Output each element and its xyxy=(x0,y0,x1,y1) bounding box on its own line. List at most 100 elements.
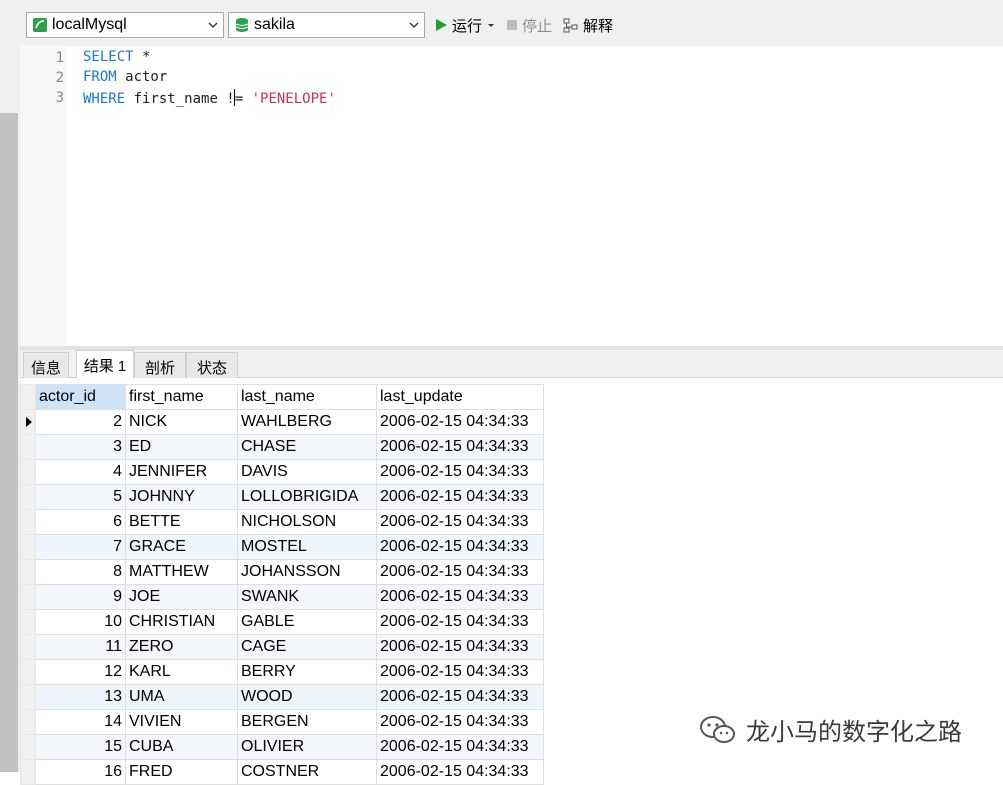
cell-actor-id[interactable]: 3 xyxy=(35,434,126,460)
cell-last-name[interactable]: GABLE xyxy=(237,609,377,635)
table-row[interactable]: 11 ZERO CAGE 2006-02-15 04:34:33 xyxy=(20,634,544,660)
cell-last-update[interactable]: 2006-02-15 04:34:33 xyxy=(376,759,544,785)
stop-button[interactable]: 停止 xyxy=(506,14,552,36)
cell-actor-id[interactable]: 2 xyxy=(35,409,126,435)
cell-last-name[interactable]: CAGE xyxy=(237,634,377,660)
cell-last-name[interactable]: COSTNER xyxy=(237,759,377,785)
cell-first-name[interactable]: ZERO xyxy=(125,634,238,660)
row-indicator[interactable] xyxy=(20,434,36,460)
cell-last-name[interactable]: WAHLBERG xyxy=(237,409,377,435)
table-row[interactable]: 3 ED CHASE 2006-02-15 04:34:33 xyxy=(20,434,544,460)
cell-last-name[interactable]: BERGEN xyxy=(237,709,377,735)
cell-last-name[interactable]: SWANK xyxy=(237,584,377,610)
left-scrollbar[interactable] xyxy=(0,113,18,772)
row-indicator[interactable] xyxy=(20,759,36,785)
cell-first-name[interactable]: VIVIEN xyxy=(125,709,238,735)
tab-result-1[interactable]: 结果 1 xyxy=(76,350,134,378)
cell-first-name[interactable]: JOHNNY xyxy=(125,484,238,510)
row-indicator[interactable] xyxy=(20,684,36,710)
cell-last-update[interactable]: 2006-02-15 04:34:33 xyxy=(376,559,544,585)
cell-last-update[interactable]: 2006-02-15 04:34:33 xyxy=(376,734,544,760)
database-select[interactable]: sakila xyxy=(228,12,425,38)
cell-last-update[interactable]: 2006-02-15 04:34:33 xyxy=(376,709,544,735)
cell-first-name[interactable]: JOE xyxy=(125,584,238,610)
cell-last-update[interactable]: 2006-02-15 04:34:33 xyxy=(376,534,544,560)
table-row[interactable]: 9 JOE SWANK 2006-02-15 04:34:33 xyxy=(20,584,544,610)
row-indicator[interactable] xyxy=(20,634,36,660)
cell-actor-id[interactable]: 6 xyxy=(35,509,126,535)
cell-actor-id[interactable]: 15 xyxy=(35,734,126,760)
cell-last-name[interactable]: WOOD xyxy=(237,684,377,710)
row-indicator[interactable] xyxy=(20,609,36,635)
cell-last-name[interactable]: CHASE xyxy=(237,434,377,460)
cell-actor-id[interactable]: 10 xyxy=(35,609,126,635)
cell-last-update[interactable]: 2006-02-15 04:34:33 xyxy=(376,484,544,510)
row-indicator[interactable] xyxy=(20,709,36,735)
tab-profile[interactable]: 剖析 xyxy=(134,352,186,378)
table-row[interactable]: 15 CUBA OLIVIER 2006-02-15 04:34:33 xyxy=(20,734,544,760)
cell-last-update[interactable]: 2006-02-15 04:34:33 xyxy=(376,509,544,535)
cell-last-name[interactable]: LOLLOBRIGIDA xyxy=(237,484,377,510)
table-row[interactable]: 7 GRACE MOSTEL 2006-02-15 04:34:33 xyxy=(20,534,544,560)
table-row[interactable]: 16 FRED COSTNER 2006-02-15 04:34:33 xyxy=(20,759,544,785)
cell-first-name[interactable]: BETTE xyxy=(125,509,238,535)
sql-editor[interactable]: 1 2 3 SELECT * FROM actor WHERE first_na… xyxy=(20,46,1003,346)
cell-actor-id[interactable]: 4 xyxy=(35,459,126,485)
row-indicator[interactable] xyxy=(20,584,36,610)
cell-first-name[interactable]: UMA xyxy=(125,684,238,710)
row-indicator[interactable] xyxy=(20,484,36,510)
table-row[interactable]: 2 NICK WAHLBERG 2006-02-15 04:34:33 xyxy=(20,409,544,435)
cell-actor-id[interactable]: 9 xyxy=(35,584,126,610)
row-indicator[interactable] xyxy=(20,509,36,535)
cell-first-name[interactable]: CHRISTIAN xyxy=(125,609,238,635)
cell-last-update[interactable]: 2006-02-15 04:34:33 xyxy=(376,584,544,610)
row-indicator[interactable] xyxy=(20,659,36,685)
cell-last-update[interactable]: 2006-02-15 04:34:33 xyxy=(376,659,544,685)
table-row[interactable]: 10 CHRISTIAN GABLE 2006-02-15 04:34:33 xyxy=(20,609,544,635)
cell-first-name[interactable]: NICK xyxy=(125,409,238,435)
table-row[interactable]: 5 JOHNNY LOLLOBRIGIDA 2006-02-15 04:34:33 xyxy=(20,484,544,510)
cell-last-update[interactable]: 2006-02-15 04:34:33 xyxy=(376,634,544,660)
cell-actor-id[interactable]: 5 xyxy=(35,484,126,510)
dropdown-arrow-icon[interactable] xyxy=(486,20,496,30)
row-indicator[interactable] xyxy=(20,559,36,585)
tab-info[interactable]: 信息 xyxy=(23,352,69,378)
table-row[interactable]: 8 MATTHEW JOHANSSON 2006-02-15 04:34:33 xyxy=(20,559,544,585)
cell-last-name[interactable]: NICHOLSON xyxy=(237,509,377,535)
cell-first-name[interactable]: CUBA xyxy=(125,734,238,760)
table-row[interactable]: 14 VIVIEN BERGEN 2006-02-15 04:34:33 xyxy=(20,709,544,735)
cell-last-update[interactable]: 2006-02-15 04:34:33 xyxy=(376,609,544,635)
cell-last-name[interactable]: MOSTEL xyxy=(237,534,377,560)
explain-button[interactable]: 解释 xyxy=(563,14,613,36)
column-header-last-update[interactable]: last_update xyxy=(376,384,544,410)
table-row[interactable]: 12 KARL BERRY 2006-02-15 04:34:33 xyxy=(20,659,544,685)
table-row[interactable]: 6 BETTE NICHOLSON 2006-02-15 04:34:33 xyxy=(20,509,544,535)
connection-select[interactable]: localMysql xyxy=(26,12,224,38)
table-row[interactable]: 4 JENNIFER DAVIS 2006-02-15 04:34:33 xyxy=(20,459,544,485)
cell-last-update[interactable]: 2006-02-15 04:34:33 xyxy=(376,459,544,485)
row-indicator[interactable] xyxy=(20,734,36,760)
cell-first-name[interactable]: FRED xyxy=(125,759,238,785)
cell-actor-id[interactable]: 11 xyxy=(35,634,126,660)
cell-last-name[interactable]: JOHANSSON xyxy=(237,559,377,585)
cell-last-name[interactable]: BERRY xyxy=(237,659,377,685)
cell-first-name[interactable]: KARL xyxy=(125,659,238,685)
column-header-first-name[interactable]: first_name xyxy=(125,384,238,410)
cell-first-name[interactable]: MATTHEW xyxy=(125,559,238,585)
cell-last-name[interactable]: DAVIS xyxy=(237,459,377,485)
column-header-actor-id[interactable]: actor_id xyxy=(35,384,126,410)
cell-actor-id[interactable]: 14 xyxy=(35,709,126,735)
cell-last-name[interactable]: OLIVIER xyxy=(237,734,377,760)
cell-first-name[interactable]: ED xyxy=(125,434,238,460)
row-indicator[interactable] xyxy=(20,534,36,560)
row-indicator[interactable] xyxy=(20,459,36,485)
cell-first-name[interactable]: GRACE xyxy=(125,534,238,560)
cell-actor-id[interactable]: 8 xyxy=(35,559,126,585)
cell-last-update[interactable]: 2006-02-15 04:34:33 xyxy=(376,434,544,460)
cell-actor-id[interactable]: 16 xyxy=(35,759,126,785)
table-row[interactable]: 13 UMA WOOD 2006-02-15 04:34:33 xyxy=(20,684,544,710)
cell-last-update[interactable]: 2006-02-15 04:34:33 xyxy=(376,684,544,710)
cell-actor-id[interactable]: 12 xyxy=(35,659,126,685)
row-indicator[interactable] xyxy=(20,409,36,435)
cell-actor-id[interactable]: 13 xyxy=(35,684,126,710)
